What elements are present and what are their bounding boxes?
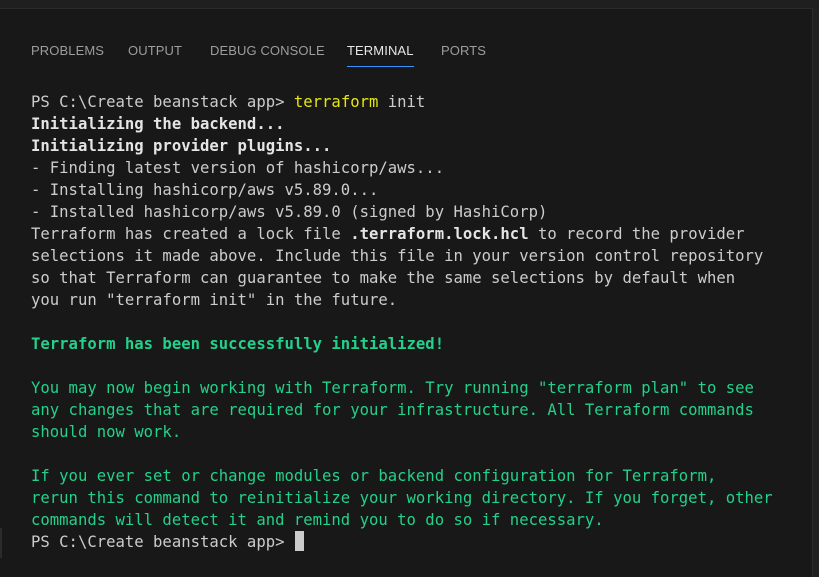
terminal-output[interactable]: PS C:\Create beanstack app> terraform in… xyxy=(31,82,801,562)
scrollbar-track[interactable] xyxy=(812,8,819,577)
terminal-line-lock-3: so that Terraform can guarantee to make … xyxy=(31,269,736,287)
terminal-line-installed: - Installed hashicorp/aws v5.89.0 (signe… xyxy=(31,203,548,221)
panel-tabbar: PROBLEMS OUTPUT DEBUG CONSOLE TERMINAL P… xyxy=(0,9,812,67)
terminal-line-finding: - Finding latest version of hashicorp/aw… xyxy=(31,159,445,177)
terminal-line-installing: - Installing hashicorp/aws v5.89.0... xyxy=(31,181,379,199)
tab-problems[interactable]: PROBLEMS xyxy=(31,43,104,59)
terminal-line-init-plugins: Initializing provider plugins... xyxy=(31,137,332,155)
terminal-line-lock-2: selections it made above. Include this f… xyxy=(31,247,764,265)
lock-text-post: to record the provider xyxy=(528,225,745,243)
lock-text-pre: Terraform has created a lock file xyxy=(31,225,351,243)
command-name: terraform xyxy=(293,93,379,111)
lock-file-name: .terraform.lock.hcl xyxy=(350,225,529,243)
terminal-line-begin-2: any changes that are required for your i… xyxy=(31,401,754,419)
terminal-line-prompt: PS C:\Create beanstack app> terraform in… xyxy=(31,91,425,113)
tab-terminal-label: TERMINAL xyxy=(347,43,414,58)
terminal-line-begin-3: should now work. xyxy=(31,423,182,441)
prompt-text-final: PS C:\Create beanstack app> xyxy=(31,533,294,551)
prompt-text: PS C:\Create beanstack app> xyxy=(31,93,294,111)
terminal-cursor xyxy=(294,531,304,551)
terminal-line-modules-3: commands will detect it and remind you t… xyxy=(31,511,604,529)
tab-terminal[interactable]: TERMINAL xyxy=(347,43,414,67)
terminal-line-begin-1: You may now begin working with Terraform… xyxy=(31,379,754,397)
terminal-line-prompt-final: PS C:\Create beanstack app> xyxy=(31,531,304,553)
window-top-strip xyxy=(0,0,819,8)
terminal-line-success: Terraform has been successfully initiali… xyxy=(31,335,445,353)
tab-debug-console[interactable]: DEBUG CONSOLE xyxy=(210,43,325,59)
tab-ports[interactable]: PORTS xyxy=(441,43,486,59)
terminal-line-init-backend: Initializing the backend... xyxy=(31,115,285,133)
terminal-line-modules-2: rerun this command to reinitialize your … xyxy=(31,489,773,507)
active-tab-indicator xyxy=(347,66,414,67)
terminal-line-lock-1: Terraform has created a lock file .terra… xyxy=(31,223,745,245)
command-args: init xyxy=(378,93,426,111)
terminal-line-modules-1: If you ever set or change modules or bac… xyxy=(31,467,717,485)
terminal-line-lock-4: you run "terraform init" in the future. xyxy=(31,291,398,309)
panel-left-marker xyxy=(0,528,2,558)
tab-output[interactable]: OUTPUT xyxy=(128,43,182,59)
